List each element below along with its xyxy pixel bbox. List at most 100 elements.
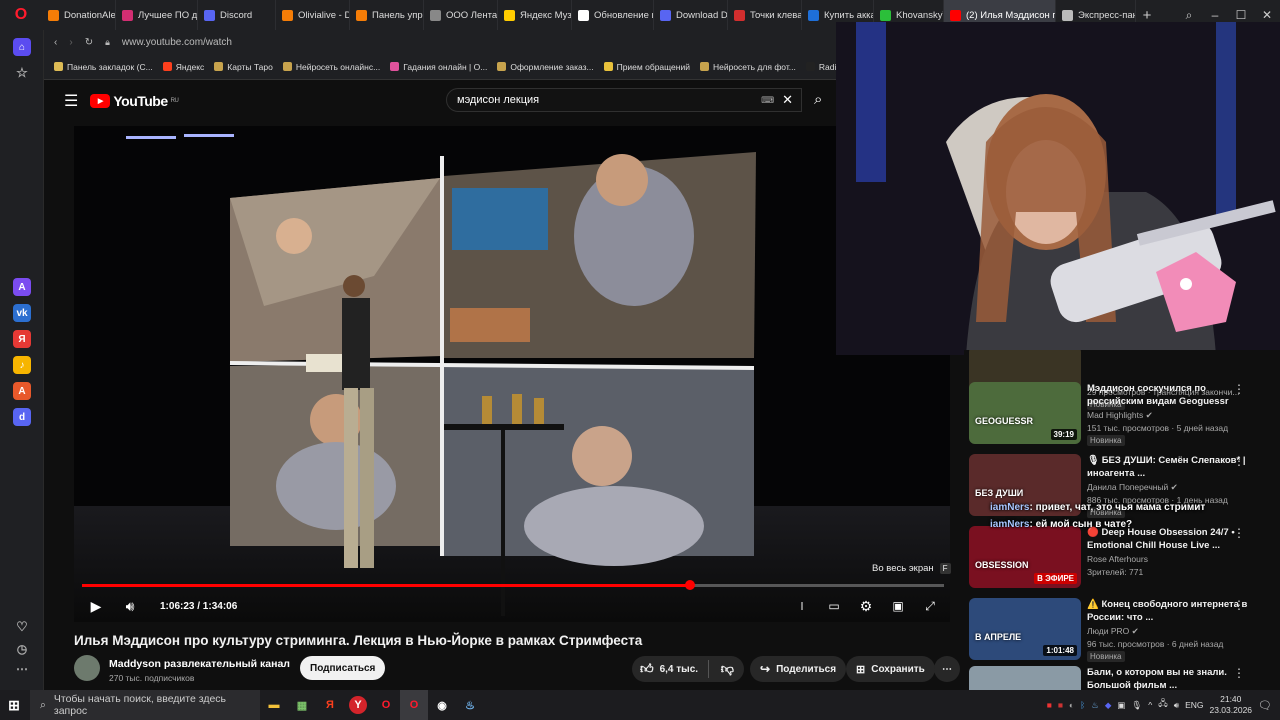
taskbar-search[interactable]: ⌕ Чтобы начать поиск, введите здесь запр… — [30, 690, 260, 720]
thumbs-down-icon[interactable]: 👎︎ — [721, 661, 734, 677]
bookmark-item[interactable]: Карты Таро — [214, 62, 273, 72]
discord-sidebar-icon[interactable]: d — [13, 408, 31, 426]
opera-taskbar-icon[interactable]: O — [372, 690, 400, 720]
yandex-browser-icon[interactable]: Y — [349, 696, 367, 714]
channel-name[interactable]: Maddyson развлекательный канал — [109, 658, 290, 670]
autoplay-toggle[interactable]: ⏽ — [788, 592, 816, 620]
fullscreen-icon[interactable]: ⤢ — [916, 592, 944, 620]
vk-icon[interactable]: vk — [13, 304, 31, 322]
yandex-taskbar-icon[interactable]: Я — [316, 690, 344, 720]
share-button[interactable]: ↪ Поделиться — [750, 656, 847, 682]
notifications-icon[interactable]: 🗨︎ — [1258, 699, 1272, 712]
steam-icon[interactable]: ♨ — [456, 690, 484, 720]
kebab-menu-icon[interactable]: ⋮ — [1233, 382, 1245, 396]
browser-tab[interactable]: Обновление и — [572, 0, 654, 30]
subtitles-icon[interactable]: ▭ — [820, 592, 848, 620]
play-icon[interactable]: ▶ — [82, 592, 110, 620]
tray-app-icon[interactable]: ■ — [1047, 700, 1052, 710]
recommendation-channel[interactable]: Люди PRO ✔ — [1087, 626, 1139, 637]
like-button[interactable]: 👍︎ 6,4 тыс. 👎︎ — [632, 656, 744, 682]
bookmark-item[interactable]: Radio Record — [805, 62, 836, 72]
bookmark-item[interactable]: Нейросеть онлайнс... — [282, 62, 380, 72]
store-icon[interactable]: ▦ — [288, 690, 316, 720]
tray-app-icon[interactable]: ◐ — [1069, 700, 1074, 710]
theater-mode-icon[interactable]: ▣ — [884, 592, 912, 620]
aria-icon[interactable]: A — [13, 278, 31, 296]
recommendation-title[interactable]: Бали, о котором вы не знали. Большой фил… — [1087, 666, 1257, 690]
home-icon[interactable]: ⌂ — [13, 38, 31, 56]
browser-tab[interactable]: Лучшее ПО дл — [116, 0, 198, 30]
recommendation-item[interactable]: GEOGUESSR 39:19 Мэддисон соскучился по рос… — [969, 382, 1275, 448]
search-icon[interactable]: ⌕ — [814, 91, 822, 108]
recommendation-item[interactable]: Бали, о котором вы не знали. Большой фил… — [969, 666, 1275, 690]
forward-icon[interactable]: › — [69, 37, 72, 48]
search-box[interactable]: мэдисон лекция ⌨ ✕ — [446, 88, 802, 112]
recommendation-title[interactable]: ⚠️ Конец свободного интернета в России: … — [1087, 598, 1257, 624]
back-icon[interactable]: ‹ — [54, 37, 57, 48]
browser-tab[interactable]: Discord — [198, 0, 276, 30]
kebab-menu-icon[interactable]: ⋮ — [1233, 454, 1245, 468]
clear-search-icon[interactable]: ✕ — [782, 92, 793, 108]
microphone-icon[interactable]: 🎙︎ — [1131, 700, 1142, 711]
browser-tab[interactable]: Панель управ — [350, 0, 424, 30]
recommendation-thumbnail[interactable]: В АПРЕЛЕ 1:01:48 — [969, 598, 1081, 660]
recommendation-thumbnail[interactable] — [969, 666, 1081, 690]
bluetooth-icon[interactable]: ᛒ — [1080, 700, 1085, 710]
bookmark-item[interactable]: Гадания онлайн | О... — [390, 62, 487, 72]
history-icon[interactable]: ◷ — [13, 640, 31, 658]
bookmark-item[interactable]: Прием обращений — [603, 62, 690, 72]
bookmark-item[interactable]: Нейросеть для фот... — [699, 62, 796, 72]
recommendation-channel[interactable]: Rose Afterhours — [1087, 554, 1148, 564]
network-icon[interactable]: 🖧︎ — [1158, 698, 1167, 712]
windows-start-icon[interactable]: ⊞ — [0, 690, 28, 720]
tray-app-icon[interactable]: ◆ — [1105, 700, 1112, 711]
bookmark-item[interactable]: Панель закладок (С... — [54, 62, 153, 72]
menu-icon[interactable]: ☰ — [64, 91, 78, 111]
kebab-menu-icon[interactable]: ⋮ — [1233, 598, 1245, 612]
yandex-icon[interactable]: Я — [13, 330, 31, 348]
tray-app-icon[interactable]: ▣ — [1117, 700, 1125, 711]
bookmark-item[interactable]: Яндекс — [162, 62, 204, 72]
more-icon[interactable]: ⋯ — [13, 660, 31, 678]
reload-icon[interactable]: ↻ — [85, 37, 93, 48]
opera-logo-icon[interactable]: O — [0, 0, 42, 30]
recommendation-channel[interactable]: Mad Highlights ✔ — [1087, 410, 1153, 421]
search-input[interactable]: мэдисон лекция — [457, 94, 753, 106]
volume-icon[interactable]: 🔊︎ — [116, 592, 144, 620]
subscribe-button[interactable]: Подписаться — [300, 656, 386, 680]
recommendation-item[interactable]: В АПРЕЛЕ 1:01:48 ⚠️ Конец свободного интер… — [969, 598, 1275, 664]
browser-tab[interactable]: ООО Лента - С — [424, 0, 498, 30]
recommendation-title[interactable]: Мэддисон соскучился по российским видам … — [1087, 382, 1257, 408]
channel-avatar[interactable] — [74, 655, 100, 681]
tray-app-icon[interactable]: ■ — [1058, 700, 1063, 710]
settings-gear-icon[interactable]: ⚙ — [852, 592, 880, 620]
file-explorer-icon[interactable]: ▬ — [260, 690, 288, 720]
speaker-icon[interactable]: 🔊︎ — [1174, 700, 1179, 711]
more-actions-button[interactable]: ⋯ — [934, 656, 960, 682]
app-icon[interactable]: A — [13, 382, 31, 400]
recommendation-channel[interactable]: Данила Поперечный ✔ — [1087, 482, 1178, 493]
browser-tab[interactable]: Точки клева Р — [728, 0, 802, 30]
show-hidden-icons[interactable]: ^ — [1148, 700, 1152, 710]
url-field[interactable]: www.youtube.com/watch — [122, 37, 232, 48]
language-indicator[interactable]: ENG — [1185, 700, 1203, 710]
browser-tab[interactable]: Download Disc — [654, 0, 728, 30]
browser-tab[interactable]: Яндекс Музыка — [498, 0, 572, 30]
obs-icon[interactable]: ◉ — [428, 690, 456, 720]
kebab-menu-icon[interactable]: ⋮ — [1233, 666, 1245, 680]
star-icon[interactable]: ☆ — [13, 64, 31, 82]
save-button[interactable]: ⊞ Сохранить — [846, 656, 935, 682]
recommendation-title[interactable]: 🎙 БЕЗ ДУШИ: Семён Слепаков* | иноагента … — [1087, 454, 1257, 480]
clock[interactable]: 21:40 23.03.2026 — [1209, 694, 1252, 716]
browser-tab[interactable]: Olivialive - Don — [276, 0, 350, 30]
keyboard-icon[interactable]: ⌨ — [761, 95, 774, 106]
heart-icon[interactable]: ♡ — [13, 618, 31, 636]
new-tab-icon[interactable]: + — [1136, 7, 1158, 24]
opera-gx-taskbar-icon[interactable]: O — [400, 690, 428, 720]
bookmark-item[interactable]: Оформление заказ... — [497, 62, 594, 72]
tray-app-icon[interactable]: ♨ — [1091, 700, 1099, 711]
browser-tab[interactable]: DonationAlerts — [42, 0, 116, 30]
music-icon[interactable]: ♪ — [13, 356, 31, 374]
recommendation-thumbnail[interactable]: GEOGUESSR 39:19 — [969, 382, 1081, 444]
youtube-logo[interactable]: ▶ YouTube RU — [90, 93, 179, 109]
